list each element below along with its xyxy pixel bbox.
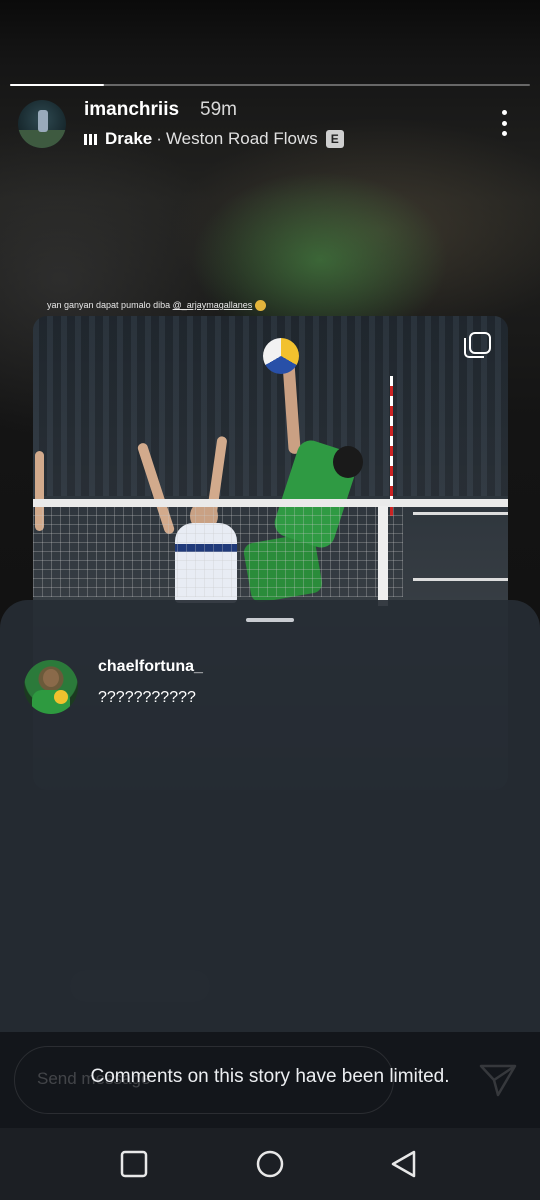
story-music-info[interactable]: Drake · Weston Road Flows E: [84, 128, 344, 150]
comments-limited-notice: Comments on this story have been limited…: [90, 1066, 450, 1087]
story-timestamp: 59m: [200, 99, 237, 120]
caption-text: yan ganyan dapat pumalo diba: [47, 300, 173, 310]
story-progress-bar: [10, 84, 530, 86]
comment-text: ???????????: [98, 689, 196, 706]
circle-nav-icon[interactable]: [254, 1148, 286, 1180]
post-caption: yan ganyan dapat pumalo diba @_arjaymaga…: [47, 300, 267, 312]
comment-username[interactable]: chaelfortuna_: [98, 658, 203, 676]
sheet-drag-handle[interactable]: [246, 618, 294, 622]
triangle-back-icon[interactable]: [388, 1148, 420, 1180]
more-vertical-icon[interactable]: [498, 110, 510, 136]
system-navigation-bar: [0, 1128, 540, 1200]
music-bars-icon: [84, 133, 97, 145]
volleyball-graphic: [263, 338, 299, 374]
music-separator: ·: [156, 129, 162, 148]
comments-sheet: chaelfortuna_ ???????????: [0, 600, 540, 1032]
music-song: Weston Road Flows: [165, 129, 318, 148]
emoji-icon: [255, 300, 267, 312]
music-artist: Drake: [105, 129, 153, 148]
square-nav-icon[interactable]: [118, 1148, 150, 1180]
comment-avatar[interactable]: [24, 660, 78, 714]
story-username[interactable]: imanchriis: [84, 99, 179, 121]
story-author-avatar[interactable]: [18, 100, 66, 148]
story-progress-fill: [10, 84, 104, 86]
caption-mention[interactable]: @_arjaymagallanes: [173, 300, 253, 310]
carousel-icon: [464, 332, 491, 358]
explicit-badge: E: [325, 130, 344, 148]
